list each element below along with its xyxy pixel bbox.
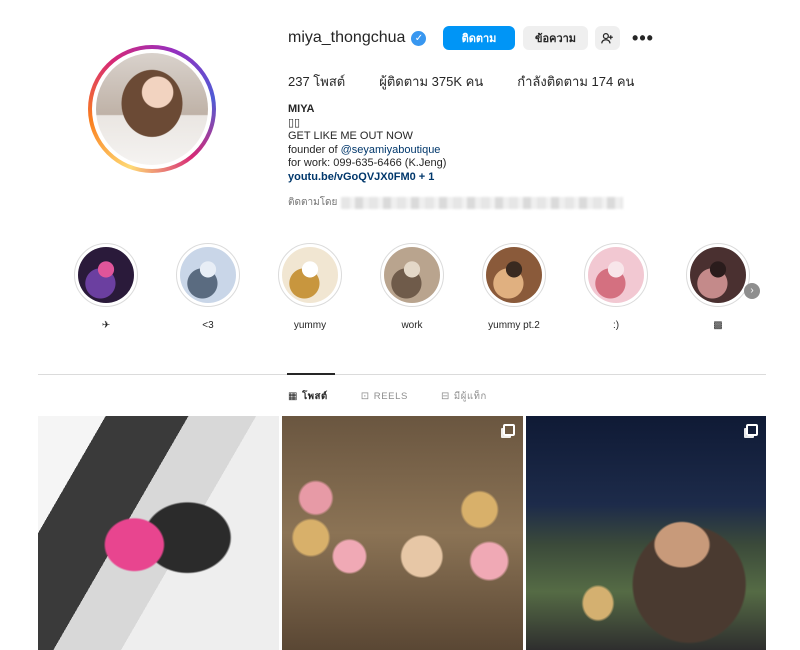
story-highlights: ✈ <3 yummy work yummy pt.2:) ▩ › [72, 243, 772, 338]
tab-reels-label: REELS [373, 391, 408, 402]
follow-button[interactable]: ติดตาม [443, 26, 515, 50]
highlight-label: work [401, 320, 423, 331]
profile-bio: MIYA ▯▯ GET LIKE ME OUT NOW founder of @… [288, 103, 446, 184]
followed-by-label: ติดตามโดย [288, 197, 338, 208]
founder-mention-link[interactable]: @seyamiyaboutique [341, 144, 441, 156]
bio-work-line: for work: 099-635-6466 (K.Jeng) [288, 157, 447, 169]
add-user-icon [601, 32, 613, 43]
highlight-label: :) [612, 320, 620, 331]
suggested-users-button[interactable] [595, 26, 620, 50]
profile-avatar[interactable] [88, 45, 216, 173]
bio-emoji-line: ▯▯ [288, 116, 301, 129]
carousel-icon [746, 424, 758, 436]
followed-by[interactable]: ติดตามโดย [288, 195, 624, 210]
avatar-border [92, 49, 212, 169]
post-thumbnail-night[interactable] [526, 416, 766, 650]
bio-external-link[interactable]: youtu.be/vGoQVJX0FM0 + 1 [288, 171, 446, 185]
profile-tabs: ▦ โพสต์ ⊡ REELS ⊟ มีผู้แท็ก [288, 389, 520, 404]
more-icon: ••• [632, 27, 654, 48]
active-tab-indicator [287, 373, 335, 375]
tab-posts[interactable]: ▦ โพสต์ [288, 389, 328, 404]
highlight-item[interactable]: ✈ [72, 243, 140, 331]
highlight-item[interactable]: ▩ [684, 243, 752, 331]
followed-by-blurred-names [341, 196, 624, 209]
highlight-cover [176, 243, 240, 307]
highlight-item[interactable]: work [378, 243, 446, 331]
highlight-label: yummy [293, 320, 327, 331]
highlight-image [180, 247, 236, 303]
highlight-item[interactable]: yummy pt.2 [480, 243, 548, 331]
highlight-cover [482, 243, 546, 307]
post-thumbnail-racing[interactable] [38, 416, 279, 650]
highlight-image [282, 247, 338, 303]
highlight-image [78, 247, 134, 303]
message-button[interactable]: ข้อความ [523, 26, 588, 50]
post-thumbnail-balloons[interactable] [282, 416, 523, 650]
highlight-item[interactable]: <3 [174, 243, 242, 331]
avatar-photo [96, 53, 208, 165]
carousel-icon [503, 424, 515, 436]
bio-line: GET LIKE ME OUT NOW [288, 130, 413, 142]
highlight-image [690, 247, 746, 303]
highlight-cover [74, 243, 138, 307]
founder-prefix: founder of [288, 143, 341, 156]
highlight-label: ✈ [101, 320, 111, 331]
reels-icon: ⊡ [360, 391, 370, 402]
highlight-cover [686, 243, 750, 307]
highlight-item[interactable]: yummy [276, 243, 344, 331]
more-options-button[interactable]: ••• [628, 26, 658, 50]
bio-founder-line: founder of @seyamiyaboutique [288, 144, 446, 158]
tab-reels[interactable]: ⊡ REELS [361, 389, 408, 404]
grid-icon: ▦ [288, 391, 299, 402]
posts-count: 237 โพสต์ [288, 74, 346, 89]
highlight-item[interactable]: :) [582, 243, 650, 331]
highlight-image [384, 247, 440, 303]
highlights-next-chevron-icon[interactable]: › [744, 283, 760, 299]
highlight-image [588, 247, 644, 303]
profile-stats: 237 โพสต์ ผู้ติดตาม 375K คน กำลังติดตาม … [288, 71, 668, 92]
highlight-label: <3 [202, 320, 214, 331]
highlight-cover [584, 243, 648, 307]
username-row: miya_thongchua ✓ [288, 26, 427, 50]
display-name: MIYA [288, 103, 315, 115]
tab-posts-label: โพสต์ [302, 391, 328, 402]
highlight-image [486, 247, 542, 303]
tabs-divider [38, 374, 766, 375]
tab-tagged[interactable]: ⊟ มีผู้แท็ก [441, 389, 487, 404]
verified-badge-icon: ✓ [411, 30, 427, 46]
tagged-icon: ⊟ [440, 391, 450, 402]
following-count[interactable]: กำลังติดตาม 174 คน [517, 71, 634, 92]
highlight-cover [380, 243, 444, 307]
highlight-cover [278, 243, 342, 307]
highlight-label: yummy pt.2 [488, 320, 540, 331]
username: miya_thongchua [288, 29, 406, 46]
followers-count[interactable]: ผู้ติดตาม 375K คน [379, 71, 483, 92]
tab-tagged-label: มีผู้แท็ก [453, 391, 487, 402]
highlight-label: ▩ [713, 320, 723, 331]
